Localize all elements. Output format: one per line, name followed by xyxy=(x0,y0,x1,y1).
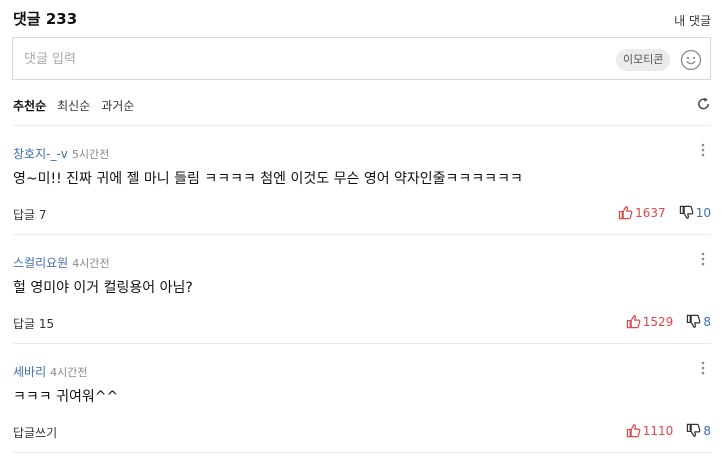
like-button[interactable]: 1637 xyxy=(618,205,666,220)
sort-tab-latest[interactable]: 최신순 xyxy=(57,97,90,114)
reply-button[interactable]: 답글쓰기 xyxy=(13,424,57,441)
comment-text: 헐 영미야 이거 컬링용어 아님? xyxy=(13,280,193,296)
sort-tab-oldest[interactable]: 과거순 xyxy=(101,97,134,114)
comment-text: ㅋㅋㅋ 귀여워^^ xyxy=(13,389,119,405)
emoticon-button[interactable]: 이모티콘 xyxy=(616,49,671,71)
my-comments-link[interactable]: 내 댓글 xyxy=(674,12,711,29)
more-vertical-icon[interactable] xyxy=(700,142,706,158)
dislike-count: 10 xyxy=(695,206,711,220)
comment-count-title: 댓글 233 xyxy=(13,10,78,28)
divider xyxy=(13,452,711,453)
thumbs-up-icon xyxy=(626,315,641,329)
thumbs-down-icon xyxy=(687,314,701,328)
comment-meta: 창호지-_-v 5시간전 xyxy=(13,143,109,162)
like-button[interactable]: 1110 xyxy=(626,423,674,438)
comment-item: 세바리 4시간전 ㅋㅋㅋ 귀여워^^ 답글쓰기 1110 8 xyxy=(13,361,711,457)
dislike-count: 8 xyxy=(703,424,711,438)
refresh-icon[interactable] xyxy=(696,96,711,111)
dislike-count: 8 xyxy=(703,315,711,329)
thumbs-down-icon xyxy=(679,205,694,219)
divider xyxy=(13,234,711,235)
vote-group: 1637 10 xyxy=(610,202,711,222)
sort-bar: 추천순 최신순 과거순 xyxy=(13,95,711,115)
more-vertical-icon[interactable] xyxy=(700,360,706,376)
dislike-button[interactable]: 8 xyxy=(686,423,711,438)
thumbs-down-icon xyxy=(687,423,701,437)
comment-item: 스컬리요원 4시간전 헐 영미야 이거 컬링용어 아님? 답글 15 1529 8 xyxy=(13,252,711,361)
comment-time: 5시간전 xyxy=(71,148,110,161)
sort-tab-recommended[interactable]: 추천순 xyxy=(13,97,46,114)
reply-button[interactable]: 답글 15 xyxy=(13,315,54,332)
comment-input-box[interactable]: 이모티콘 xyxy=(12,37,711,80)
comment-author[interactable]: 세바리 xyxy=(13,365,46,379)
reply-button[interactable]: 답글 7 xyxy=(13,206,47,223)
thumbs-up-icon xyxy=(626,424,641,438)
divider xyxy=(13,343,711,344)
smiley-icon[interactable] xyxy=(680,49,702,71)
comments-header: 댓글 233 내 댓글 xyxy=(13,8,711,30)
like-count: 1637 xyxy=(635,206,666,220)
comment-time: 4시간전 xyxy=(50,366,88,379)
more-vertical-icon[interactable] xyxy=(700,251,706,267)
dislike-button[interactable]: 8 xyxy=(686,314,711,329)
dislike-button[interactable]: 10 xyxy=(679,205,711,220)
comment-author[interactable]: 스컬리요원 xyxy=(13,256,68,270)
comment-author[interactable]: 창호지-_-v xyxy=(13,147,68,161)
like-count: 1110 xyxy=(642,424,674,438)
comment-meta: 세바리 4시간전 xyxy=(13,361,87,380)
thumbs-up-icon xyxy=(618,206,633,220)
vote-group: 1110 8 xyxy=(618,420,711,440)
like-button[interactable]: 1529 xyxy=(626,314,674,329)
divider xyxy=(13,125,711,126)
comment-time: 4시간전 xyxy=(72,257,110,270)
comment-text: 영~미!! 진짜 귀에 젤 마니 들림 ㅋㅋㅋㅋ 첨엔 이것도 무슨 영어 약자… xyxy=(13,171,523,187)
like-count: 1529 xyxy=(642,315,674,329)
comment-input[interactable] xyxy=(24,48,584,70)
vote-group: 1529 8 xyxy=(618,311,711,331)
comment-meta: 스컬리요원 4시간전 xyxy=(13,252,110,271)
comment-item: 창호지-_-v 5시간전 영~미!! 진짜 귀에 젤 마니 들림 ㅋㅋㅋㅋ 첨엔 … xyxy=(13,143,711,252)
